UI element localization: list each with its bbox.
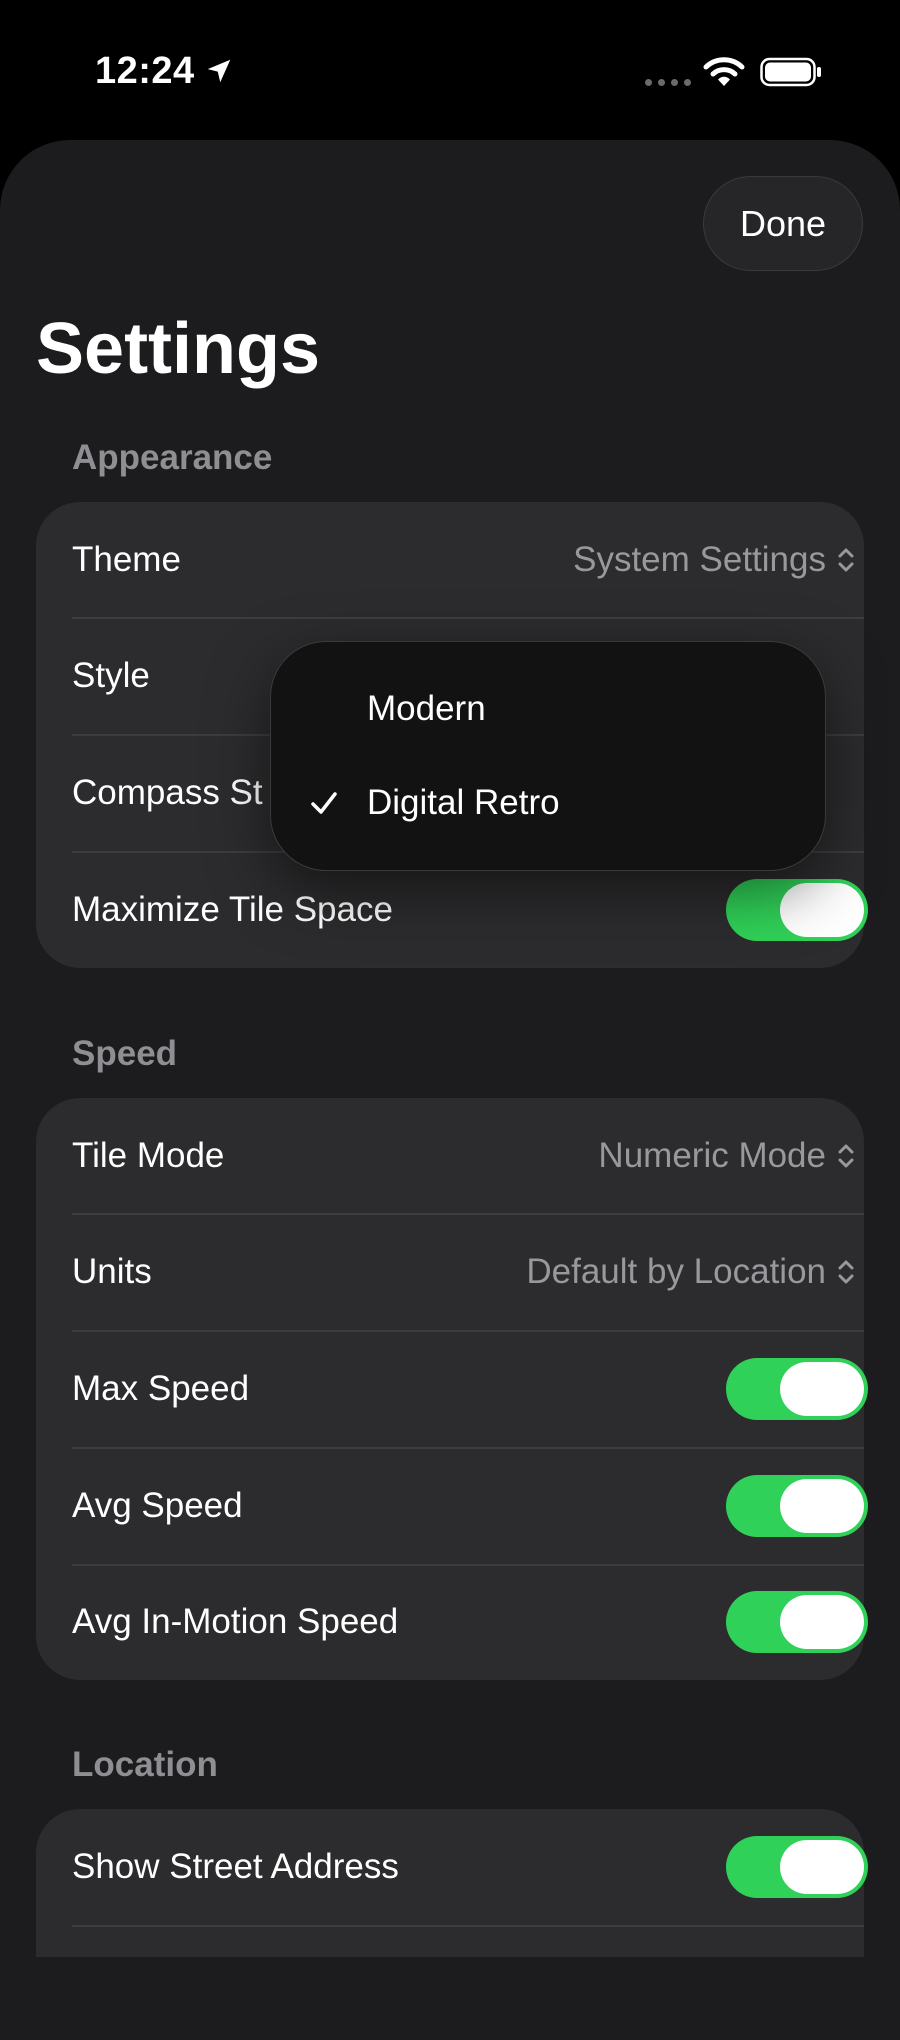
- chevron-up-down-icon: [838, 548, 854, 572]
- show-street-address-row: Show Street Address: [72, 1809, 868, 1925]
- show-street-address-toggle[interactable]: [726, 1836, 868, 1898]
- avg-in-motion-speed-label: Avg In-Motion Speed: [72, 1602, 399, 1641]
- units-value: Default by Location: [526, 1252, 826, 1291]
- max-speed-row: Max Speed: [72, 1331, 868, 1447]
- theme-value: System Settings: [573, 540, 826, 579]
- avg-speed-toggle[interactable]: [726, 1475, 868, 1537]
- style-option-digital-retro[interactable]: Digital Retro: [271, 758, 825, 848]
- menu-check-slot: [271, 788, 367, 818]
- checkmark-icon: [311, 792, 337, 814]
- style-option-label: Digital Retro: [367, 783, 560, 822]
- max-speed-label: Max Speed: [72, 1369, 250, 1408]
- show-street-address-label: Show Street Address: [72, 1847, 399, 1886]
- max-speed-toggle[interactable]: [726, 1358, 868, 1420]
- style-menu: Modern Digital Retro: [270, 641, 826, 871]
- theme-picker[interactable]: System Settings: [573, 540, 864, 580]
- tile-mode-value: Numeric Mode: [598, 1136, 826, 1175]
- section-header-speed: Speed: [72, 1034, 178, 1073]
- avg-in-motion-speed-toggle[interactable]: [726, 1591, 868, 1653]
- speed-group: Tile Mode Numeric Mode Units Default by …: [36, 1098, 868, 1680]
- location-arrow-icon: [207, 59, 231, 83]
- tile-mode-row[interactable]: Tile Mode Numeric Mode: [72, 1098, 864, 1214]
- done-button[interactable]: Done: [703, 176, 863, 271]
- page-title: Settings: [36, 309, 321, 389]
- avg-speed-label: Avg Speed: [72, 1486, 243, 1525]
- tile-mode-picker[interactable]: Numeric Mode: [598, 1136, 864, 1176]
- section-header-appearance: Appearance: [72, 438, 273, 477]
- maximize-tile-space-toggle[interactable]: [726, 879, 868, 941]
- battery-icon: [760, 57, 821, 87]
- compass-style-label: Compass St: [72, 773, 263, 812]
- signal-dots-icon: [645, 79, 691, 86]
- status-time: 12:24: [95, 50, 195, 92]
- style-option-modern[interactable]: Modern: [271, 664, 825, 754]
- chevron-up-down-icon: [838, 1260, 854, 1284]
- maximize-tile-space-label: Maximize Tile Space: [72, 890, 393, 929]
- tile-mode-label: Tile Mode: [72, 1136, 225, 1175]
- wifi-icon: [703, 57, 745, 86]
- status-bar: 12:24: [0, 0, 900, 140]
- section-header-location: Location: [72, 1745, 218, 1784]
- style-option-label: Modern: [367, 689, 486, 728]
- style-label: Style: [72, 656, 150, 695]
- chevron-up-down-icon: [838, 1144, 854, 1168]
- row-divider: [72, 1925, 864, 1927]
- units-picker[interactable]: Default by Location: [526, 1252, 864, 1292]
- avg-speed-row: Avg Speed: [72, 1448, 868, 1564]
- theme-label: Theme: [72, 540, 181, 579]
- units-row[interactable]: Units Default by Location: [72, 1214, 864, 1330]
- avg-in-motion-speed-row: Avg In-Motion Speed: [72, 1564, 868, 1680]
- theme-row[interactable]: Theme System Settings: [72, 502, 864, 618]
- units-label: Units: [72, 1252, 152, 1291]
- location-group: Show Street Address: [36, 1809, 868, 1957]
